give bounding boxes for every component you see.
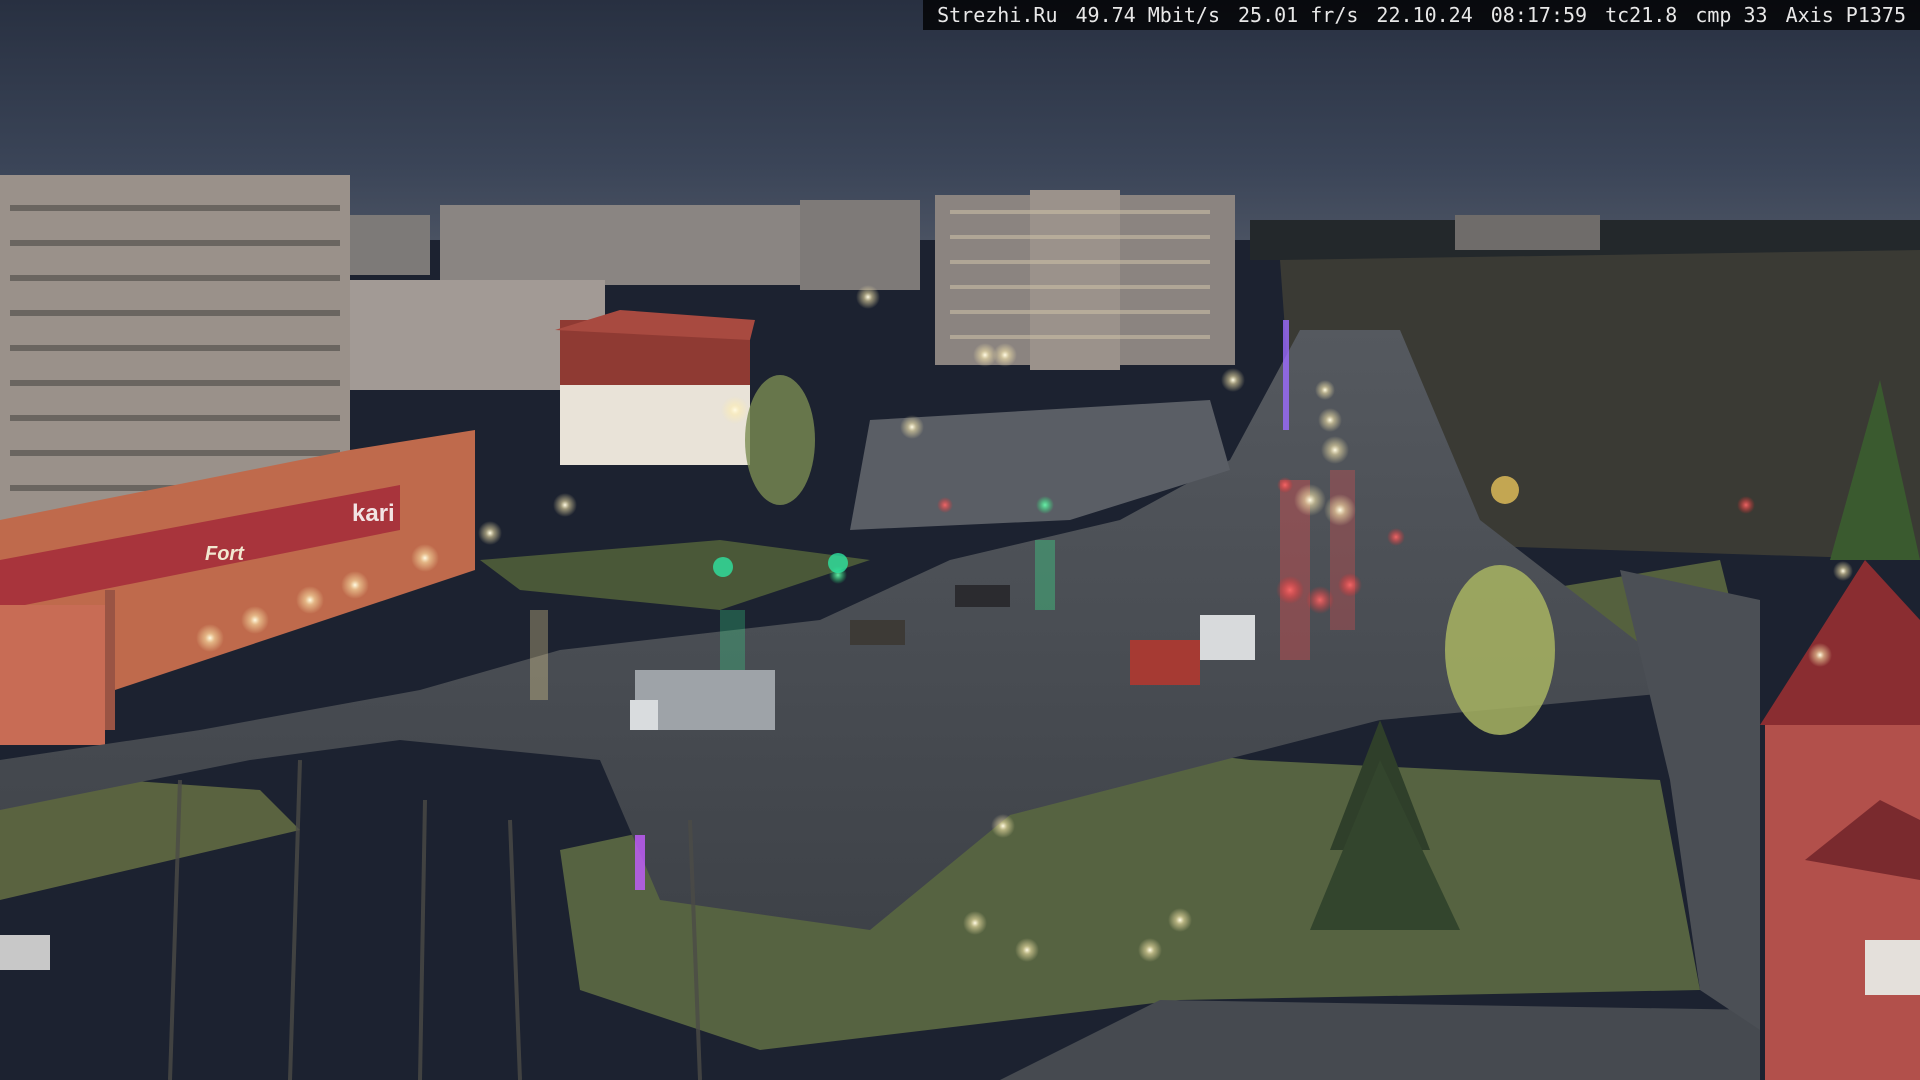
white-van (1200, 615, 1255, 660)
building-right-foreground (1760, 560, 1920, 1080)
overlay-site: Strezhi.Ru (937, 3, 1058, 27)
overlay-bitrate: 49.74 Mbit/s (1075, 3, 1221, 27)
overlay-tc: tc21.8 (1605, 3, 1678, 27)
store-sign-fort: Fort (205, 543, 244, 565)
store-sign-kari: kari (352, 500, 395, 527)
street-scene (0, 0, 1920, 1080)
road-lower (1000, 1000, 1760, 1080)
red-truck (1130, 640, 1200, 685)
overlay-cmp: cmp 33 (1695, 3, 1768, 27)
overlay-camera: Axis P1375 (1785, 3, 1906, 27)
grass-plaza (480, 540, 870, 610)
overlay-date: 22.10.24 (1376, 3, 1473, 27)
overlay-framerate: 25.01 fr/s (1238, 3, 1359, 27)
overlay-time: 08:17:59 (1490, 3, 1588, 27)
camera-info-overlay: Strezhi.Ru 49.74 Mbit/s 25.01 fr/s 22.10… (923, 0, 1920, 30)
webcam-frame: kari Fort Strezhi.Ru 49.74 Mbit/s 25.01 … (0, 0, 1920, 1080)
